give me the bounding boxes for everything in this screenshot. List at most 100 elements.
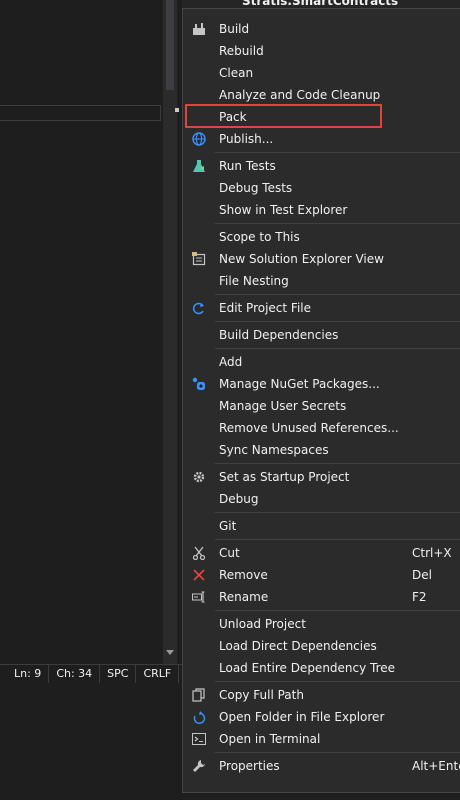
menu-item-open-folder-in-file-explorer[interactable]: Open Folder in File Explorer [183,706,460,728]
menu-item-cut[interactable]: Cut Ctrl+X [183,542,460,564]
menu-item-shortcut: Del [412,568,432,582]
menu-item-copy-full-path[interactable]: Copy Full Path [183,684,460,706]
menu-item-label: Manage User Secrets [219,399,347,413]
menu-item-label: Manage NuGet Packages... [219,377,380,391]
menu-separator [215,752,460,753]
menu-item-sync-namespaces[interactable]: Sync Namespaces [183,439,460,461]
status-column-number[interactable]: Ch: 34 [49,665,101,683]
menu-item-label: Rebuild [219,44,264,58]
status-line-number[interactable]: Ln: 9 [0,665,50,683]
menu-item-label: New Solution Explorer View [219,252,384,266]
menu-item-build-dependencies[interactable]: Build Dependencies [183,324,460,346]
menu-separator [215,223,460,224]
menu-separator [215,610,460,611]
menu-separator [215,348,460,349]
menu-item-load-entire-dependency-tree[interactable]: Load Entire Dependency Tree [183,657,460,679]
copy-icon [191,687,207,703]
menu-item-edit-project-file[interactable]: Edit Project File [183,297,460,319]
remove-x-icon [191,567,207,583]
menu-item-shortcut: F2 [412,590,427,604]
menu-item-manage-nuget-packages[interactable]: Manage NuGet Packages... [183,373,460,395]
globe-icon [191,131,207,147]
editor-status-bar: Ln: 9 Ch: 34 SPC CRLF [0,664,182,683]
editor-current-line [0,105,161,121]
menu-item-load-direct-dependencies[interactable]: Load Direct Dependencies [183,635,460,657]
menu-item-label: Remove [219,568,268,582]
menu-item-label: Run Tests [219,159,276,173]
menu-item-set-as-startup-project[interactable]: Set as Startup Project [183,466,460,488]
build-icon [191,21,207,37]
menu-item-new-solution-explorer-view[interactable]: New Solution Explorer View [183,248,460,270]
new-view-icon [191,251,207,267]
editor-vertical-scrollbar[interactable] [163,0,177,664]
menu-item-scope-to-this[interactable]: Scope to This [183,226,460,248]
menu-item-label: Analyze and Code Cleanup [219,88,381,102]
menu-item-label: Open Folder in File Explorer [219,710,385,724]
menu-item-shortcut: Ctrl+X [412,546,452,560]
status-line-ending[interactable]: CRLF [136,665,180,683]
menu-item-rename[interactable]: Rename F2 [183,586,460,608]
menu-item-file-nesting[interactable]: File Nesting [183,270,460,292]
menu-item-run-tests[interactable]: Run Tests [183,155,460,177]
pack-highlight-annotation [185,104,382,128]
menu-item-add[interactable]: Add [183,351,460,373]
menu-item-label: Load Entire Dependency Tree [219,661,396,675]
rename-icon [191,589,207,605]
menu-item-label: Add [219,355,243,369]
menu-item-label: Build [219,22,250,36]
menu-item-remove[interactable]: Remove Del [183,564,460,586]
menu-item-label: Cut [219,546,240,560]
menu-item-label: Rename [219,590,269,604]
test-flask-icon [191,158,207,174]
code-editor-area[interactable] [0,0,162,664]
menu-item-publish[interactable]: Publish... [183,128,460,150]
menu-item-build[interactable]: Build [183,18,460,40]
nuget-icon [191,376,207,392]
wrench-icon [191,758,207,774]
menu-item-debug[interactable]: Debug [183,488,460,510]
menu-separator [215,512,460,513]
menu-item-label: Open in Terminal [219,732,321,746]
menu-item-label: Debug Tests [219,181,293,195]
menu-item-label: Edit Project File [219,301,312,315]
splitter-handle[interactable] [175,108,179,112]
menu-item-label: Publish... [219,132,274,146]
menu-item-show-in-test-explorer[interactable]: Show in Test Explorer [183,199,460,221]
status-whitespace[interactable]: SPC [100,665,137,683]
menu-item-label: File Nesting [219,274,289,288]
scroll-down-arrow-icon[interactable] [166,650,174,655]
menu-separator [215,321,460,322]
menu-item-label: Show in Test Explorer [219,203,348,217]
menu-item-git[interactable]: Git [183,515,460,537]
open-folder-icon [191,709,207,725]
menu-item-manage-user-secrets[interactable]: Manage User Secrets [183,395,460,417]
menu-item-label: Load Direct Dependencies [219,639,377,653]
menu-separator [215,681,460,682]
menu-item-open-in-terminal[interactable]: Open in Terminal [183,728,460,750]
menu-item-label: Unload Project [219,617,306,631]
menu-separator [215,152,460,153]
menu-item-clean[interactable]: Clean [183,62,460,84]
menu-item-debug-tests[interactable]: Debug Tests [183,177,460,199]
gear-icon [191,469,207,485]
menu-item-label: Clean [219,66,254,80]
menu-item-properties[interactable]: Properties Alt+Enter [183,755,460,777]
scissors-icon [191,545,207,561]
menu-item-label: Sync Namespaces [219,443,329,457]
terminal-icon [191,731,207,747]
menu-item-label: Git [219,519,237,533]
tree-item-label: Stratis.SmartContracts [242,0,399,8]
menu-item-label: Build Dependencies [219,328,339,342]
refresh-arrow-icon [191,300,207,316]
menu-item-unload-project[interactable]: Unload Project [183,613,460,635]
menu-separator [215,294,460,295]
menu-item-label: Remove Unused References... [219,421,399,435]
menu-item-remove-unused-references[interactable]: Remove Unused References... [183,417,460,439]
scrollbar-thumb[interactable] [166,0,174,90]
output-pane [0,683,182,800]
menu-item-analyze-and-code-cleanup[interactable]: Analyze and Code Cleanup [183,84,460,106]
menu-item-label: Set as Startup Project [219,470,350,484]
menu-item-rebuild[interactable]: Rebuild [183,40,460,62]
menu-item-shortcut: Alt+Enter [412,759,460,773]
menu-separator [215,463,460,464]
